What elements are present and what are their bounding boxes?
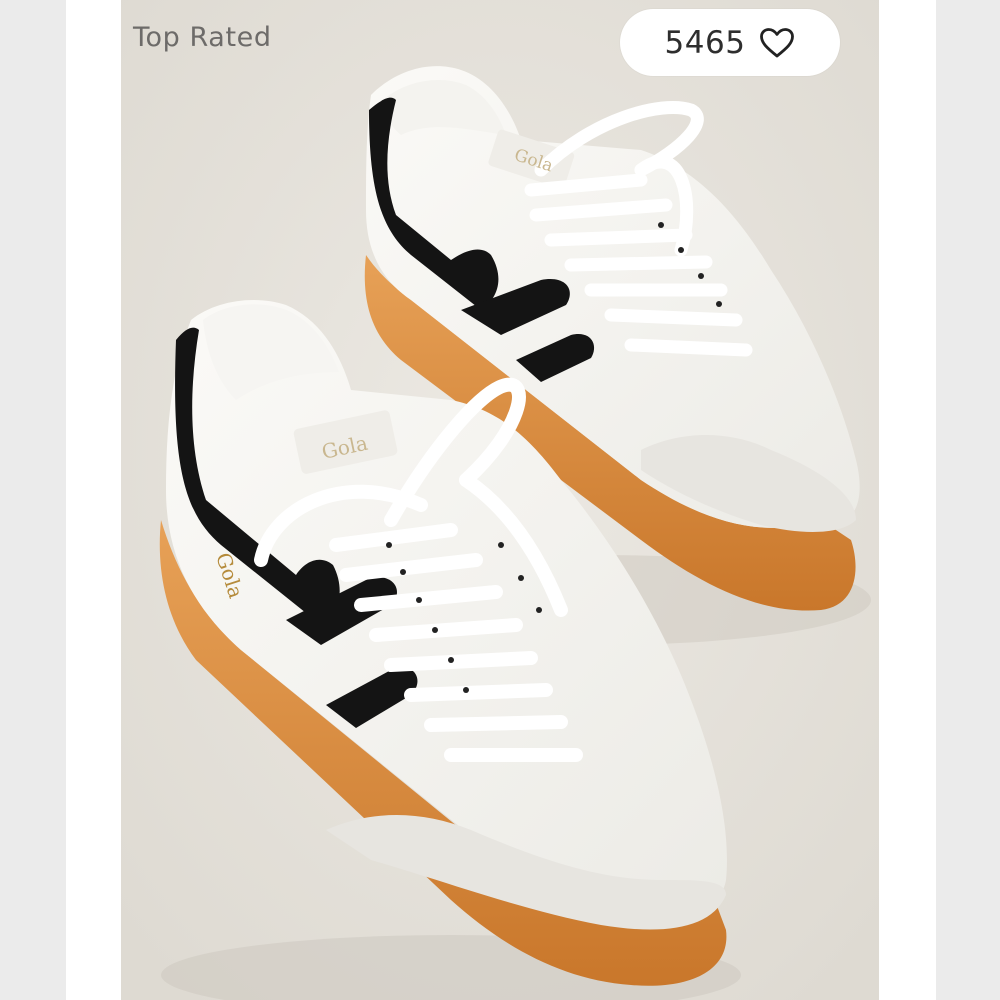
like-button[interactable]: 5465 bbox=[620, 9, 840, 76]
sneaker-illustration: Gola Gola Gola bbox=[121, 0, 879, 1000]
product-card[interactable]: Gola Gola Gola Top Rated 5465 bbox=[0, 0, 1000, 1000]
product-photo[interactable]: Gola Gola Gola bbox=[121, 0, 879, 1000]
left-gutter bbox=[0, 0, 66, 1000]
heart-outline-icon[interactable] bbox=[759, 27, 795, 59]
top-rated-badge: Top Rated bbox=[133, 22, 272, 53]
right-gutter bbox=[936, 0, 1000, 1000]
like-count: 5465 bbox=[664, 24, 746, 61]
